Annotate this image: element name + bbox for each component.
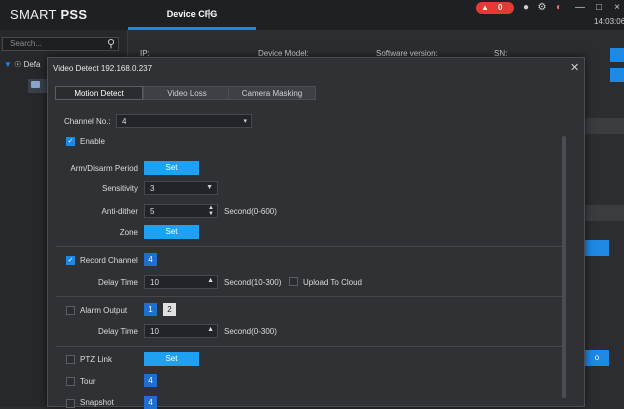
- alarm-delay-spinner[interactable]: 10 ▲: [144, 324, 218, 338]
- upload-cloud-label: Upload To Cloud: [303, 278, 363, 287]
- divider: [56, 296, 564, 297]
- spinner-arrows-icon[interactable]: ▲ ▼: [208, 205, 214, 217]
- spinner-up-icon[interactable]: ▲: [207, 326, 214, 333]
- record-delay-label: Delay Time: [97, 278, 138, 287]
- tab-camera-masking[interactable]: Camera Masking: [228, 86, 316, 100]
- record-channel-4[interactable]: 4: [144, 253, 157, 266]
- sensitivity-label: Sensitivity: [101, 184, 138, 193]
- anti-dither-unit: Second(0-600): [224, 207, 277, 216]
- ptz-link-label: PTZ Link: [80, 355, 113, 364]
- ptz-set-button[interactable]: Set: [144, 352, 199, 366]
- video-detect-dialog: Video Detect 192.168.0.237 ✕ Motion Dete…: [47, 57, 585, 409]
- group-icon: ☉: [14, 60, 22, 69]
- snapshot-channel-4[interactable]: 4: [144, 396, 157, 409]
- chevron-down-icon: ▼: [206, 184, 213, 191]
- divider: [56, 246, 564, 247]
- bg-button-2[interactable]: [610, 68, 624, 82]
- tour-checkbox[interactable]: [66, 377, 75, 386]
- bg-button-1[interactable]: [610, 48, 624, 62]
- alarm-output-checkbox[interactable]: [66, 306, 75, 315]
- channel-select[interactable]: 4 ▾: [116, 114, 252, 128]
- performance-icon[interactable]: ◐: [553, 2, 565, 14]
- chevron-down-icon: ▾: [243, 118, 247, 125]
- anti-dither-spinner[interactable]: 5 ▲ ▼: [144, 204, 218, 218]
- enable-label: Enable: [80, 137, 105, 146]
- alarm-output-label: Alarm Output: [80, 306, 128, 315]
- alarm-delay-label: Delay Time: [97, 327, 138, 336]
- maximize-icon[interactable]: □: [593, 2, 605, 14]
- expand-icon[interactable]: ▼: [4, 60, 12, 69]
- alarm-count: 0: [498, 3, 503, 12]
- speaker-icon: ▲: [481, 3, 489, 12]
- zone-label: Zone: [119, 228, 138, 237]
- search-input[interactable]: Search... ⚲: [2, 37, 119, 51]
- tree-root-default-group[interactable]: ▼ ☉ Defa: [4, 60, 40, 69]
- dialog-title: Video Detect 192.168.0.237: [53, 64, 153, 73]
- gear-icon[interactable]: ⚙: [536, 2, 548, 14]
- tour-channel-4[interactable]: 4: [144, 374, 157, 387]
- arm-disarm-set-button[interactable]: Set: [144, 161, 199, 175]
- scrollbar[interactable]: [562, 136, 566, 398]
- add-tab-icon[interactable]: +: [199, 4, 219, 24]
- tour-label: Tour: [80, 377, 96, 386]
- spinner-up-icon[interactable]: ▲: [207, 277, 214, 284]
- anti-dither-label: Anti-dither: [101, 207, 138, 216]
- ptz-link-checkbox[interactable]: [66, 355, 75, 364]
- divider: [56, 346, 564, 347]
- arm-disarm-label: Arm/Disarm Period: [70, 164, 138, 173]
- enable-checkbox[interactable]: ✓: [66, 137, 75, 146]
- alarm-badge[interactable]: ▲ 0: [476, 2, 514, 14]
- sensitivity-select[interactable]: 3 ▼: [144, 181, 218, 195]
- clock: 14:03:06: [594, 17, 624, 26]
- tab-device-cfg[interactable]: Device CFG: [128, 0, 256, 30]
- device-icon: [31, 81, 40, 88]
- upload-cloud-checkbox[interactable]: [289, 277, 298, 286]
- alarm-output-2[interactable]: 2: [163, 303, 176, 316]
- close-icon[interactable]: ✕: [570, 61, 579, 74]
- channel-label: Channel No.:: [64, 117, 111, 126]
- record-channel-label: Record Channel: [80, 256, 138, 265]
- record-channel-checkbox[interactable]: ✓: [66, 256, 75, 265]
- search-icon[interactable]: ⚲: [107, 37, 115, 50]
- minimize-icon[interactable]: —: [574, 2, 586, 14]
- record-delay-spinner[interactable]: 10 ▲: [144, 275, 218, 289]
- alarm-delay-unit: Second(0-300): [224, 327, 277, 336]
- top-bar: SMART PSS Device CFG + ▲ 0 ● ⚙ ◐ — □ × 1…: [0, 0, 624, 30]
- app-logo: SMART PSS: [10, 7, 88, 22]
- tab-motion-detect[interactable]: Motion Detect: [55, 86, 143, 100]
- snapshot-label: Snapshot: [80, 398, 114, 407]
- tab-video-loss[interactable]: Video Loss: [143, 86, 231, 100]
- user-icon[interactable]: ●: [520, 2, 532, 14]
- bg-button-3[interactable]: [585, 240, 609, 256]
- alarm-output-1[interactable]: 1: [144, 303, 157, 316]
- close-icon[interactable]: ×: [611, 2, 623, 14]
- record-delay-unit: Second(10-300): [224, 278, 282, 287]
- zone-set-button[interactable]: Set: [144, 225, 199, 239]
- bg-button-4[interactable]: o: [585, 350, 609, 366]
